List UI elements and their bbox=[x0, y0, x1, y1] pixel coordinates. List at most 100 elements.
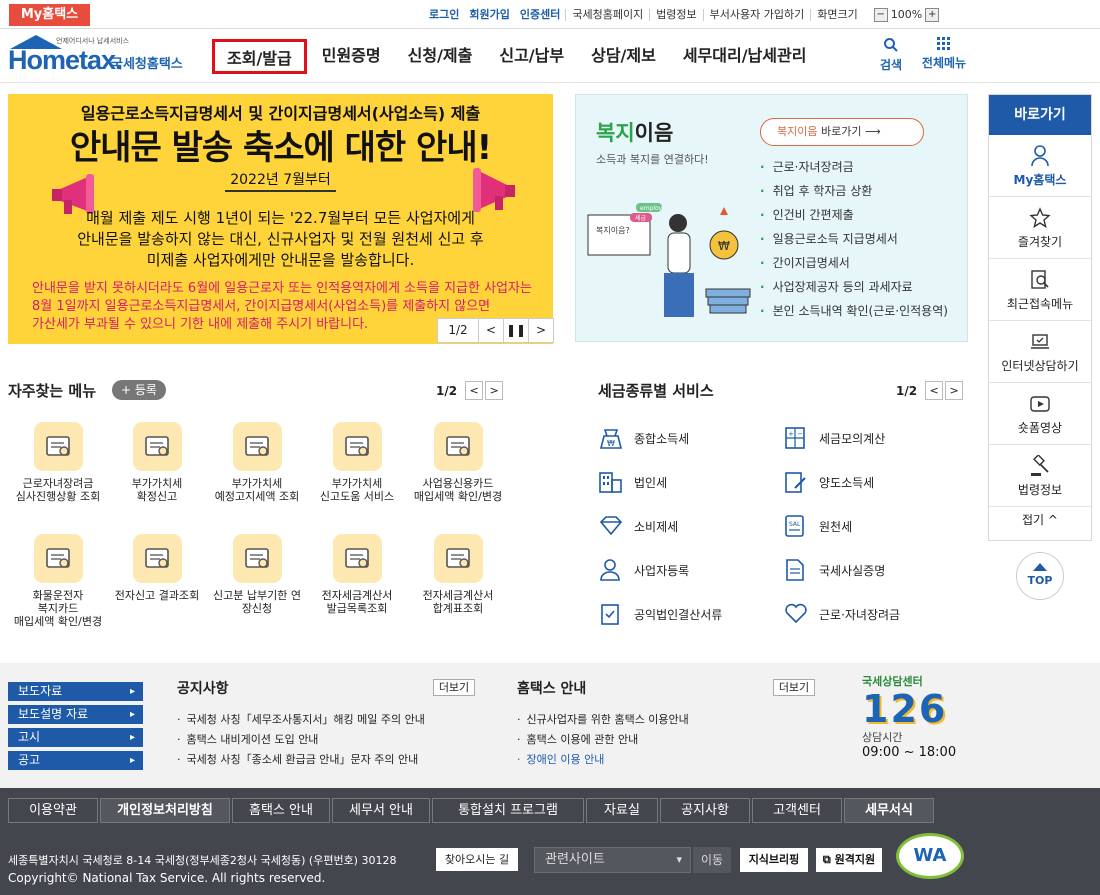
favorite-menu-item[interactable]: 부가가치세 예정고지세액 조회 bbox=[207, 422, 307, 503]
footer-install-program[interactable]: 통합설치 프로그램 bbox=[432, 798, 584, 823]
tax-withholding[interactable]: SAL 원천세 bbox=[783, 514, 852, 538]
press-release-link[interactable]: 보도자료 bbox=[8, 682, 143, 701]
tax-types-prev-button[interactable]: < bbox=[925, 381, 944, 400]
footer-hometax-guide[interactable]: 홈택스 안내 bbox=[232, 798, 330, 823]
favorite-menu-item[interactable]: 전자신고 결과조회 bbox=[107, 534, 207, 602]
footer-archive[interactable]: 자료실 bbox=[586, 798, 658, 823]
tax-capital-gains[interactable]: 양도소득세 bbox=[783, 470, 874, 494]
banner-next-button[interactable]: > bbox=[528, 319, 553, 342]
related-go-button[interactable]: 이동 bbox=[693, 847, 731, 873]
favorite-menu-label: 발급목록조회 bbox=[326, 602, 388, 615]
footer-customer-center[interactable]: 고객센터 bbox=[752, 798, 842, 823]
footer-tax-forms[interactable]: 세무서식 bbox=[844, 798, 934, 823]
public-notice-link[interactable]: 공고 bbox=[8, 751, 143, 770]
notice-more-button[interactable]: 더보기 bbox=[433, 679, 475, 696]
tax-corporate[interactable]: 법인세 bbox=[598, 470, 667, 494]
welfare-item[interactable]: 사업장제공자 등의 과세자료 bbox=[760, 275, 948, 299]
notice-item[interactable]: 국세청 사칭「세무조사통지서」해킹 메일 주의 안내 bbox=[177, 710, 425, 730]
footer-notice[interactable]: 공지사항 bbox=[660, 798, 750, 823]
favorite-menu-item[interactable]: 전자세금계산서 합계표조회 bbox=[408, 534, 508, 615]
favorite-menu-label: 장신청 bbox=[241, 602, 273, 615]
announcement-link[interactable]: 고시 bbox=[8, 728, 143, 747]
welfare-item[interactable]: 간이지급명세서 bbox=[760, 251, 948, 275]
welfare-item[interactable]: 근로·자녀장려금 bbox=[760, 155, 948, 179]
nav-inquiry-issue[interactable]: 조회/발급 bbox=[212, 39, 307, 74]
guide-item[interactable]: 홈택스 이용에 관한 안내 bbox=[517, 730, 689, 750]
quick-shortform[interactable]: 숏폼영상 bbox=[989, 383, 1091, 445]
tax-consumption[interactable]: 소비제세 bbox=[598, 514, 678, 538]
quick-law-info[interactable]: 법령정보 bbox=[989, 445, 1091, 507]
banner-warning-line: 안내문을 받지 못하시더라도 6월에 일용근로자 또는 인적용역자에게 소득을 … bbox=[32, 281, 532, 296]
nav-consult[interactable]: 상담/제보 bbox=[579, 39, 668, 74]
grid-icon bbox=[937, 37, 950, 50]
footer-privacy[interactable]: 개인정보처리방침 bbox=[100, 798, 230, 823]
tax-types-next-button[interactable]: > bbox=[945, 381, 964, 400]
cert-center-link[interactable]: 인증센터 bbox=[515, 9, 565, 21]
quick-online-consult[interactable]: 인터넷상담하기 bbox=[989, 321, 1091, 383]
favorite-menu-item[interactable]: 근로자녀장려금 심사진행상황 조회 bbox=[8, 422, 108, 503]
law-info-link[interactable]: 법령정보 bbox=[649, 9, 702, 21]
nts-home-link[interactable]: 국세청홈페이지 bbox=[565, 9, 649, 21]
welfare-item[interactable]: 취업 후 학자금 상환 bbox=[760, 179, 948, 203]
favorites-add-button[interactable]: + 등록 bbox=[112, 380, 166, 400]
notice-item[interactable]: 홈택스 내비게이션 도입 안내 bbox=[177, 730, 425, 750]
nav-report-pay[interactable]: 신고/납부 bbox=[487, 39, 576, 74]
quick-recent-menu[interactable]: 최근접속메뉴 bbox=[989, 259, 1091, 321]
signup-link[interactable]: 회원가입 bbox=[464, 9, 514, 21]
zoom-in-button[interactable]: + bbox=[925, 8, 940, 22]
footer-terms[interactable]: 이용약관 bbox=[8, 798, 98, 823]
dept-signup-link[interactable]: 부서사용자 가입하기 bbox=[702, 9, 811, 21]
tax-incentive[interactable]: 근로·자녀장려금 bbox=[783, 602, 900, 626]
footer-taxoffice-guide[interactable]: 세무서 안내 bbox=[332, 798, 430, 823]
welfare-item[interactable]: 본인 소득내역 확인(근로·인적용역) bbox=[760, 299, 948, 323]
footer-directions-button[interactable]: 찾아오시는 길 bbox=[436, 848, 518, 871]
favorite-menu-item[interactable]: 전자세금계산서 발급목록조회 bbox=[307, 534, 407, 615]
banner-pause-button[interactable]: ❚❚ bbox=[503, 319, 528, 342]
remote-support-button[interactable]: ⧉ 원격지원 bbox=[816, 848, 882, 872]
favorite-menu-item[interactable]: 사업용신용카드 매입세액 확인/변경 bbox=[408, 422, 508, 503]
search-button[interactable]: 검색 bbox=[872, 37, 910, 73]
recent-doc-search-icon bbox=[1031, 270, 1049, 289]
quick-item-label: 숏폼영상 bbox=[1017, 421, 1063, 435]
wa-certification-mark: WA bbox=[896, 833, 964, 879]
tax-public-interest[interactable]: 공익법인결산서류 bbox=[598, 602, 722, 626]
guide-item[interactable]: 신규사업자를 위한 홈택스 이용안내 bbox=[517, 710, 689, 730]
favorites-next-button[interactable]: > bbox=[485, 381, 504, 400]
zoom-out-button[interactable]: − bbox=[873, 8, 888, 22]
welfare-go-green: 복지이음 bbox=[777, 125, 818, 138]
quick-favorites[interactable]: 즐겨찾기 bbox=[989, 197, 1091, 259]
favorite-menu-item[interactable]: 화물운전자 복지카드 매입세액 확인/변경 bbox=[8, 534, 108, 628]
tax-business-registration[interactable]: 사업자등록 bbox=[598, 558, 689, 582]
welfare-item[interactable]: 일용근로소득 지급명세서 bbox=[760, 227, 948, 251]
nav-tax-agent[interactable]: 세무대리/납세관리 bbox=[671, 39, 819, 74]
favorites-prev-button[interactable]: < bbox=[465, 381, 484, 400]
remote-support-label: 원격지원 bbox=[834, 853, 876, 866]
nav-apply-submit[interactable]: 신청/제출 bbox=[396, 39, 485, 74]
favorite-menu-item[interactable]: 부가가치세 신고도움 서비스 bbox=[307, 422, 407, 503]
tax-fact-certificate[interactable]: 국세사실증명 bbox=[783, 558, 885, 582]
guide-item[interactable]: 장애인 이용 안내 bbox=[517, 750, 689, 770]
related-sites-select[interactable]: 관련사이트 bbox=[534, 847, 691, 873]
favorite-menu-item[interactable]: 부가가치세 확정신고 bbox=[107, 422, 207, 503]
main-banner[interactable]: 일용근로소득지급명세서 및 간이지급명세서(사업소득) 제출 안내문 발송 축소… bbox=[8, 94, 553, 344]
my-hometax-button[interactable]: My홈택스 bbox=[9, 4, 90, 26]
welfare-go-button[interactable]: 복지이음 바로가기 ⟶ bbox=[760, 118, 924, 146]
quick-my-hometax[interactable]: My홈택스 bbox=[989, 135, 1091, 197]
scroll-top-button[interactable]: TOP bbox=[1016, 552, 1064, 600]
quick-fold-button[interactable]: 접기 ^ bbox=[989, 507, 1091, 533]
guide-more-button[interactable]: 더보기 bbox=[773, 679, 815, 696]
all-menu-button[interactable]: 전체메뉴 bbox=[918, 37, 970, 71]
knowledge-briefing-button[interactable]: 지식브리핑 bbox=[740, 848, 808, 872]
hometax-logo[interactable]: 언제어디서나 납세서비스 Hometax. 국세청홈택스 bbox=[8, 35, 198, 75]
favorite-menu-item[interactable]: 신고분 납부기한 연 장신청 bbox=[207, 534, 307, 615]
welfare-title-green: 복지 bbox=[596, 121, 635, 145]
login-link[interactable]: 로그인 bbox=[424, 9, 464, 21]
notice-item[interactable]: 국세청 사칭「종소세 환급금 안내」문자 주의 안내 bbox=[177, 750, 425, 770]
tax-comprehensive-income[interactable]: ₩ 종합소득세 bbox=[598, 426, 689, 450]
press-explanation-link[interactable]: 보도설명 자료 bbox=[8, 705, 143, 724]
footer: 이용약관 개인정보처리방침 홈택스 안내 세무서 안내 통합설치 프로그램 자료… bbox=[0, 788, 1100, 895]
tax-simulation[interactable]: + − 세금모의계산 bbox=[783, 426, 885, 450]
nav-civil-cert[interactable]: 민원증명 bbox=[310, 39, 393, 74]
welfare-item[interactable]: 인건비 간편제출 bbox=[760, 203, 948, 227]
banner-prev-button[interactable]: < bbox=[478, 319, 503, 342]
